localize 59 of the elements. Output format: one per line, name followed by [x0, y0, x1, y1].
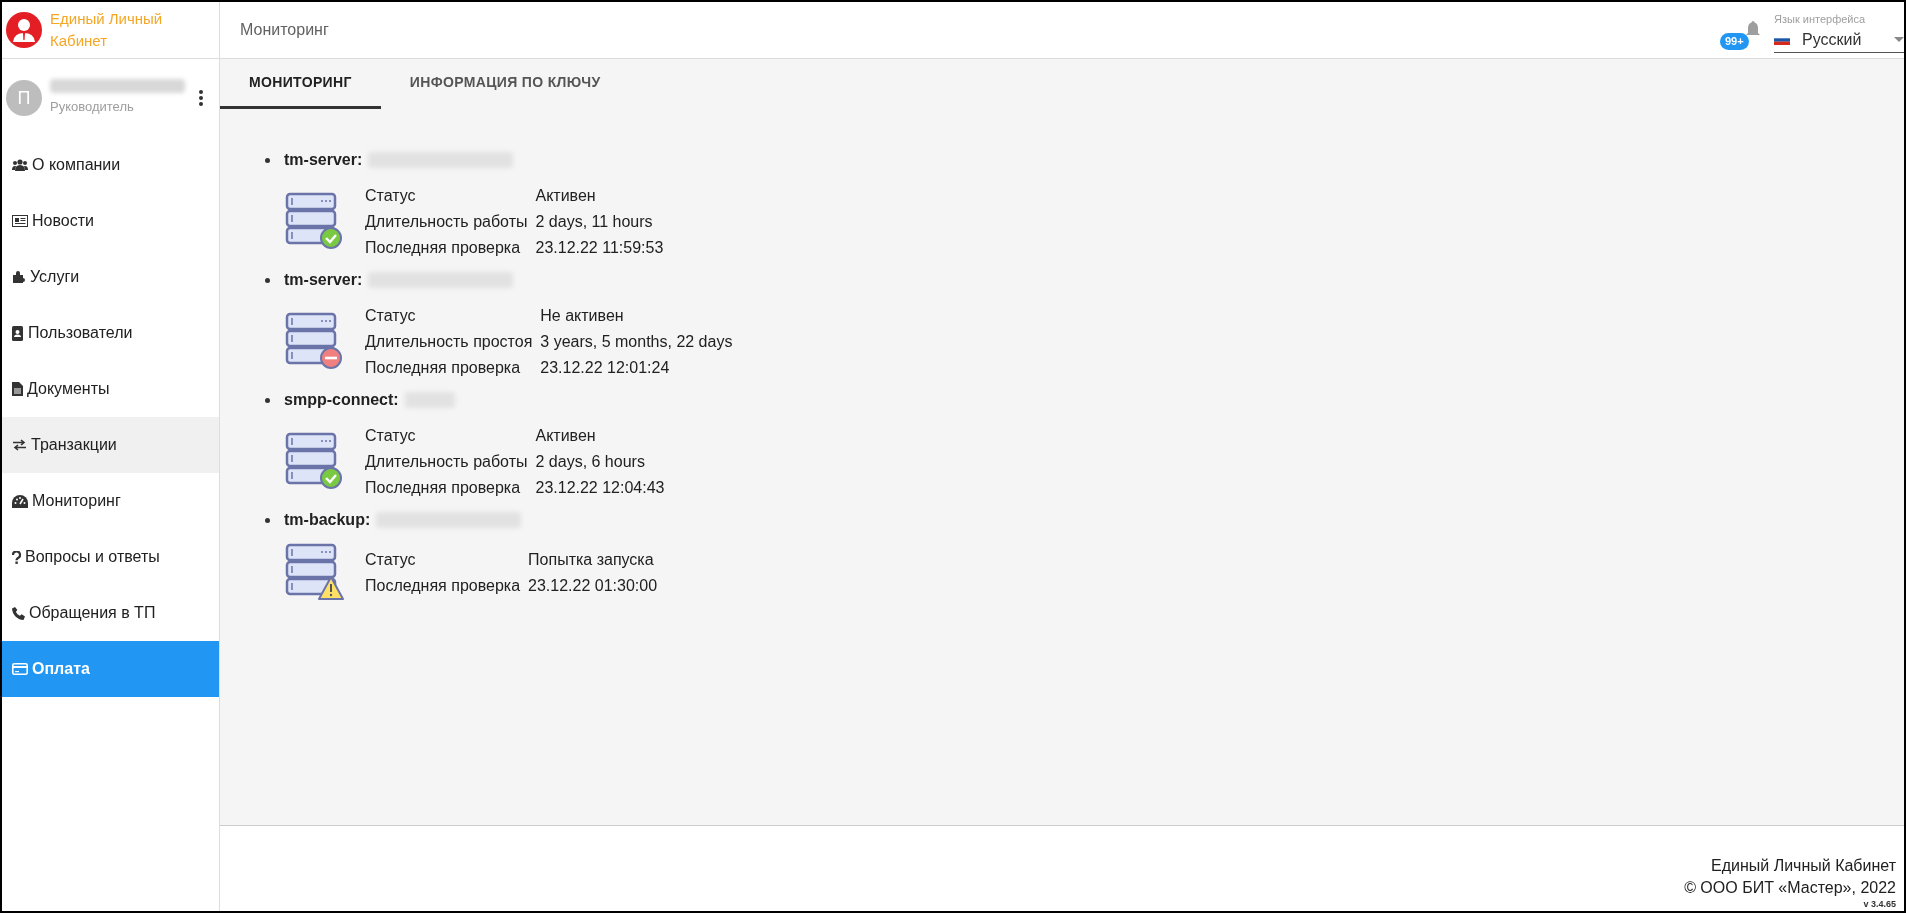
field-value: 23.12.22 12:01:24 [540, 358, 671, 378]
version-text: v 3.4.65 [1863, 899, 1896, 909]
bullet [265, 157, 270, 163]
puzzle-icon [12, 270, 26, 284]
field-label: Последняя проверка [365, 358, 522, 378]
field-value: Попытка запуска [528, 550, 655, 570]
logo-icon [6, 12, 42, 48]
user-role: Руководитель [50, 98, 135, 117]
language-select[interactable]: Русский [1774, 27, 1904, 54]
page-title: Мониторинг [240, 20, 329, 40]
server-icon [285, 192, 345, 252]
contact-card-icon [12, 325, 24, 341]
avatar: П [6, 80, 42, 116]
notification-count: 99+ [1720, 33, 1749, 50]
footer-text: Единый Личный Кабинет [1711, 856, 1896, 876]
field-label: Последняя проверка [365, 478, 522, 498]
question-icon [12, 550, 21, 564]
sidebar-item[interactable]: Транзакции [2, 417, 219, 473]
field-label: Статус [365, 186, 417, 206]
field-label: Статус [365, 306, 417, 326]
credit-card-icon [12, 663, 28, 675]
server-name: tm-backup: [284, 510, 371, 530]
field-value: Не активен [540, 306, 625, 326]
caret-icon [1894, 37, 1904, 43]
server-name: tm-server: [284, 270, 363, 290]
field-label: Последняя проверка [365, 576, 521, 596]
field-label: Статус [365, 550, 417, 570]
bullet [265, 397, 270, 403]
field-value: 23.12.22 01:30:00 [528, 576, 658, 596]
field-value: 23.12.22 11:59:53 [535, 238, 664, 258]
field-value: 2 days, 11 hours [535, 212, 654, 232]
field-value: Активен [535, 186, 597, 206]
field-label: Статус [365, 426, 417, 446]
field-value: 2 days, 6 hours [535, 452, 646, 472]
field-value: 3 years, 5 months, 22 days [540, 332, 733, 352]
field-label: Длительность работы [365, 452, 528, 472]
field-label: Язык интерфейса [1774, 11, 1867, 27]
exchange-icon [12, 439, 27, 451]
tab[interactable]: ИНФОРМАЦИЯ ПО КЛЮЧУ [380, 59, 630, 109]
phone-icon [12, 606, 25, 620]
field-label: Последняя проверка [365, 238, 522, 258]
tab[interactable]: МОНИТОРИНГ [220, 59, 381, 109]
field-value: Активен [535, 426, 597, 446]
field-label: Длительность простоя [365, 332, 533, 352]
server-name: tm-server: [284, 150, 363, 170]
gauge-icon [12, 494, 28, 508]
bullet [265, 517, 270, 523]
more-icon[interactable] [199, 90, 203, 106]
field-value: 23.12.22 12:04:43 [535, 478, 665, 498]
server-icon [285, 312, 345, 372]
server-icon [285, 432, 345, 492]
server-name: smpp-connect: [284, 390, 399, 410]
field-label: Длительность работы [365, 212, 528, 232]
newspaper-icon [12, 215, 28, 227]
document-icon [12, 382, 23, 396]
footer-text: © ООО БИТ «Мастер», 2022 [1684, 878, 1896, 898]
group-icon [12, 159, 28, 171]
server-icon [285, 543, 345, 603]
bullet [265, 277, 270, 283]
